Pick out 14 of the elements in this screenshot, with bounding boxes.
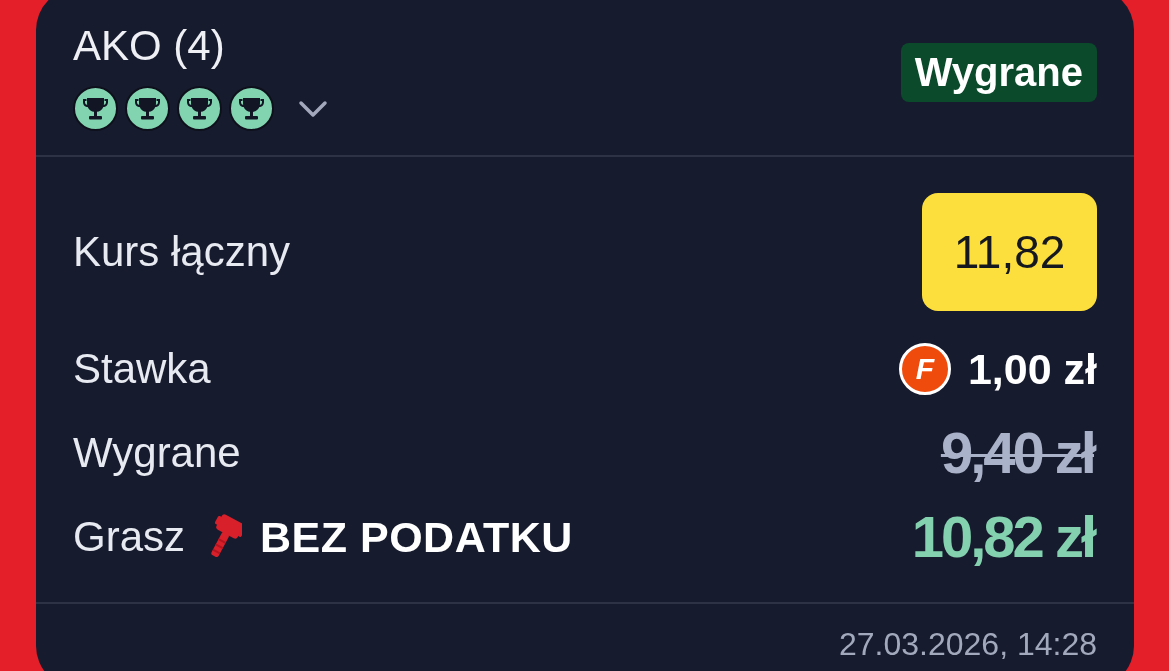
promo-text: BEZ PODATKU	[260, 512, 573, 563]
row-label: Kurs łączny	[73, 227, 291, 277]
row-label: Stawka	[73, 344, 211, 394]
row-label: Wygrane	[73, 428, 241, 478]
token-badge: F	[898, 343, 951, 395]
stake-amount: 1,00 zł	[967, 344, 1097, 395]
bet-title: AKO (4)	[73, 22, 226, 70]
payout-amount: 10,82 zł	[911, 507, 1096, 567]
status-badge: Wygrane	[900, 43, 1097, 102]
timestamp: 27.03.2026, 14:28	[839, 625, 1097, 664]
row-label: Grasz	[73, 512, 185, 562]
winnings-amount: 9,40 zł	[940, 423, 1096, 483]
odds-value: 11,82	[922, 193, 1097, 311]
chevron-icon[interactable]	[298, 99, 328, 118]
